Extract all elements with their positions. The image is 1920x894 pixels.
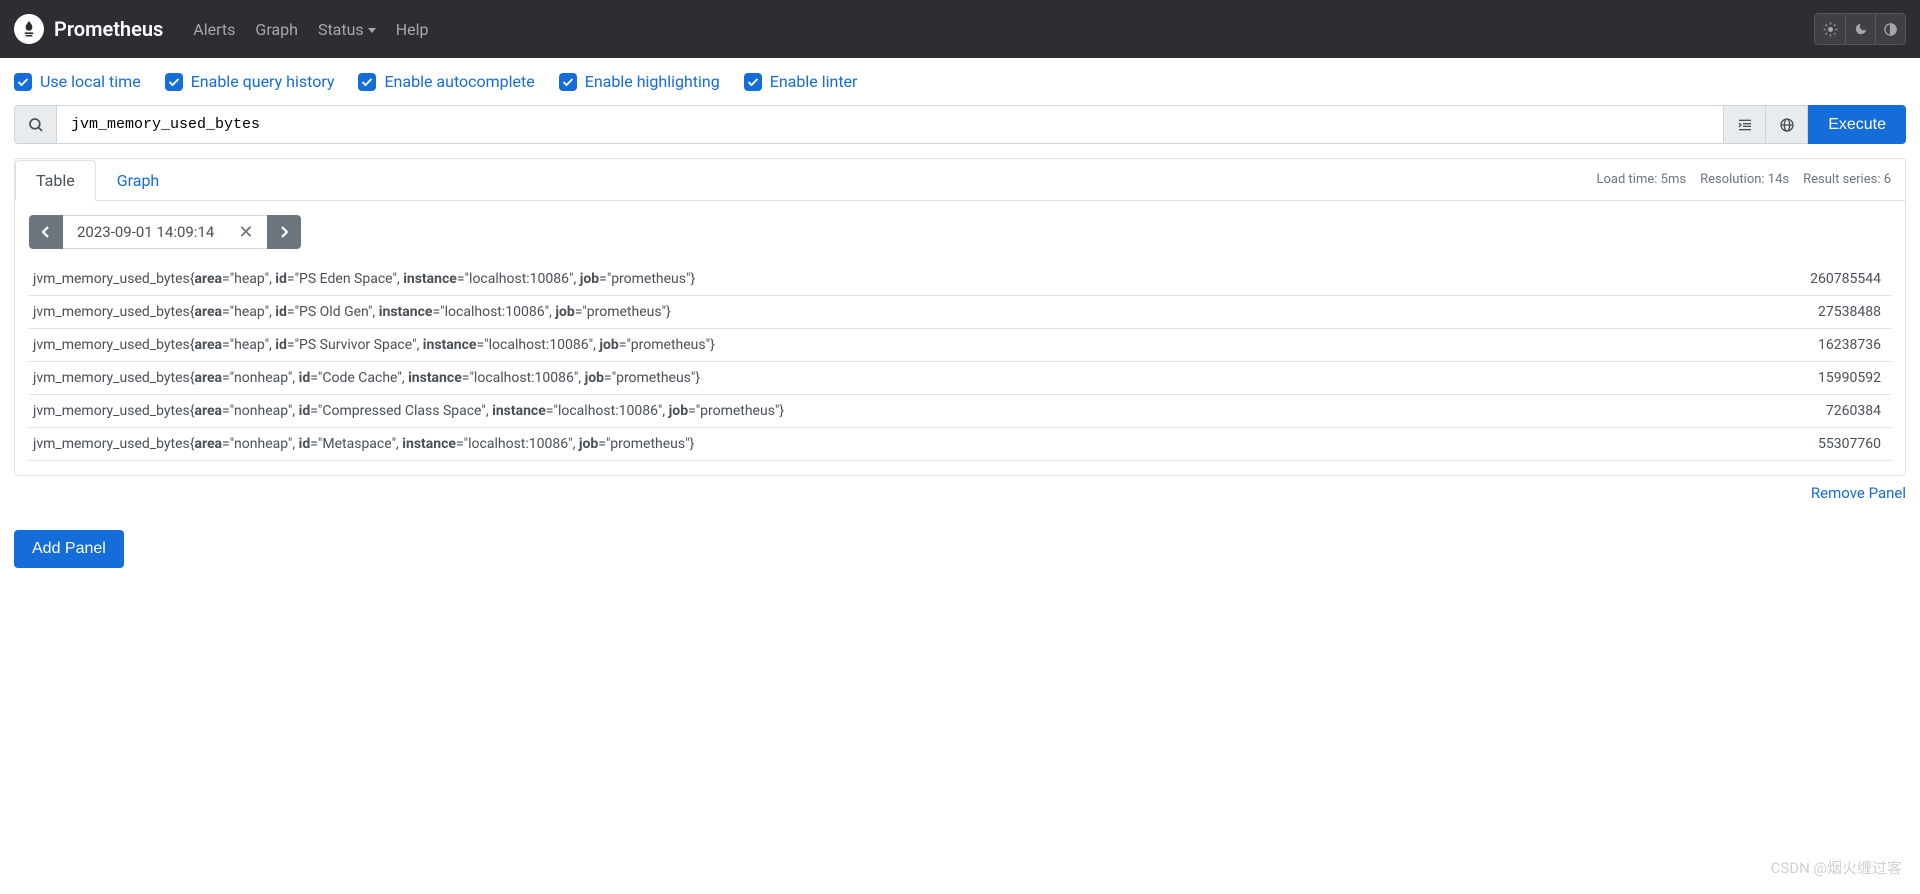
query-box — [14, 105, 1724, 144]
brand-label: Prometheus — [54, 17, 163, 41]
table-row: jvm_memory_used_bytes{area="heap", id="P… — [29, 296, 1891, 329]
remove-panel-link[interactable]: Remove Panel — [1811, 484, 1906, 502]
value-cell: 7260384 — [1704, 395, 1891, 428]
checkbox-icon — [165, 73, 183, 91]
metric-cell: jvm_memory_used_bytes{area="heap", id="P… — [29, 296, 1704, 329]
checkbox-icon — [358, 73, 376, 91]
checkbox-icon — [559, 73, 577, 91]
globe-button[interactable] — [1766, 105, 1808, 144]
query-row: Execute — [14, 105, 1906, 144]
stat-series: Result series: 6 — [1803, 172, 1891, 187]
theme-dark-button[interactable] — [1845, 14, 1875, 44]
prometheus-logo-icon — [14, 14, 44, 44]
value-cell: 55307760 — [1704, 428, 1891, 461]
checkbox-icon — [744, 73, 762, 91]
chevron-right-icon — [279, 225, 289, 239]
metric-cell: jvm_memory_used_bytes{area="heap", id="P… — [29, 329, 1704, 362]
table-row: jvm_memory_used_bytes{area="heap", id="P… — [29, 263, 1891, 296]
moon-icon — [1854, 22, 1868, 36]
option-label: Use local time — [40, 72, 141, 91]
time-value: 2023-09-01 14:09:14 — [77, 223, 214, 241]
main-content: Use local time Enable query history Enab… — [0, 58, 1920, 582]
chevron-left-icon — [41, 225, 51, 239]
metric-cell: jvm_memory_used_bytes{area="nonheap", id… — [29, 395, 1704, 428]
tab-graph[interactable]: Graph — [96, 160, 181, 201]
table-row: jvm_memory_used_bytes{area="nonheap", id… — [29, 428, 1891, 461]
time-next-button[interactable] — [267, 215, 301, 249]
option-label: Enable query history — [191, 72, 335, 91]
remove-panel-row: Remove Panel — [14, 476, 1906, 502]
panel-body: 2023-09-01 14:09:14 ✕ jvm_memory_used_by… — [15, 201, 1905, 475]
contrast-icon — [1883, 22, 1898, 37]
nav-status-label: Status — [318, 20, 364, 39]
query-input[interactable] — [57, 106, 1723, 143]
add-panel-button[interactable]: Add Panel — [14, 530, 124, 568]
globe-icon — [1779, 117, 1795, 133]
nav-alerts[interactable]: Alerts — [183, 20, 245, 39]
close-icon[interactable]: ✕ — [238, 222, 253, 243]
value-cell: 16238736 — [1704, 329, 1891, 362]
checkbox-icon — [14, 73, 32, 91]
option-local-time[interactable]: Use local time — [14, 72, 141, 91]
tab-table[interactable]: Table — [15, 160, 96, 201]
table-row: jvm_memory_used_bytes{area="nonheap", id… — [29, 362, 1891, 395]
time-display[interactable]: 2023-09-01 14:09:14 ✕ — [63, 215, 267, 249]
format-query-button[interactable] — [1724, 105, 1766, 144]
metric-cell: jvm_memory_used_bytes{area="heap", id="P… — [29, 263, 1704, 296]
navbar: Prometheus Alerts Graph Status Help — [0, 0, 1920, 58]
options-row: Use local time Enable query history Enab… — [14, 72, 1906, 105]
panel-header: Table Graph Load time: 5ms Resolution: 1… — [15, 159, 1905, 201]
stat-resolution: Resolution: 14s — [1700, 172, 1789, 187]
result-table: jvm_memory_used_bytes{area="heap", id="P… — [29, 263, 1891, 461]
tabs: Table Graph — [15, 159, 180, 200]
option-history[interactable]: Enable query history — [165, 72, 335, 91]
stat-load-time: Load time: 5ms — [1597, 172, 1687, 187]
execute-button[interactable]: Execute — [1808, 105, 1906, 144]
table-row: jvm_memory_used_bytes{area="heap", id="P… — [29, 329, 1891, 362]
option-autocomplete[interactable]: Enable autocomplete — [358, 72, 534, 91]
nav-help[interactable]: Help — [386, 20, 439, 39]
theme-light-button[interactable] — [1815, 14, 1845, 44]
value-cell: 15990592 — [1704, 362, 1891, 395]
time-controls: 2023-09-01 14:09:14 ✕ — [29, 215, 1891, 249]
value-cell: 27538488 — [1704, 296, 1891, 329]
value-cell: 260785544 — [1704, 263, 1891, 296]
option-label: Enable highlighting — [585, 72, 720, 91]
theme-controls — [1814, 13, 1906, 45]
brand[interactable]: Prometheus — [14, 14, 163, 44]
time-prev-button[interactable] — [29, 215, 63, 249]
option-label: Enable autocomplete — [384, 72, 534, 91]
option-label: Enable linter — [770, 72, 858, 91]
table-row: jvm_memory_used_bytes{area="nonheap", id… — [29, 395, 1891, 428]
nav-status[interactable]: Status — [308, 20, 386, 39]
option-linter[interactable]: Enable linter — [744, 72, 858, 91]
panel-stats: Load time: 5ms Resolution: 14s Result se… — [1597, 172, 1905, 187]
search-icon — [15, 106, 57, 143]
nav-graph[interactable]: Graph — [245, 20, 308, 39]
panel: Table Graph Load time: 5ms Resolution: 1… — [14, 158, 1906, 476]
caret-down-icon — [368, 28, 376, 33]
metric-cell: jvm_memory_used_bytes{area="nonheap", id… — [29, 428, 1704, 461]
metric-cell: jvm_memory_used_bytes{area="nonheap", id… — [29, 362, 1704, 395]
option-highlighting[interactable]: Enable highlighting — [559, 72, 720, 91]
watermark: CSDN @烟火缠过客 — [1771, 857, 1902, 878]
theme-auto-button[interactable] — [1875, 14, 1905, 44]
indent-icon — [1737, 117, 1753, 133]
sun-icon — [1823, 22, 1838, 37]
